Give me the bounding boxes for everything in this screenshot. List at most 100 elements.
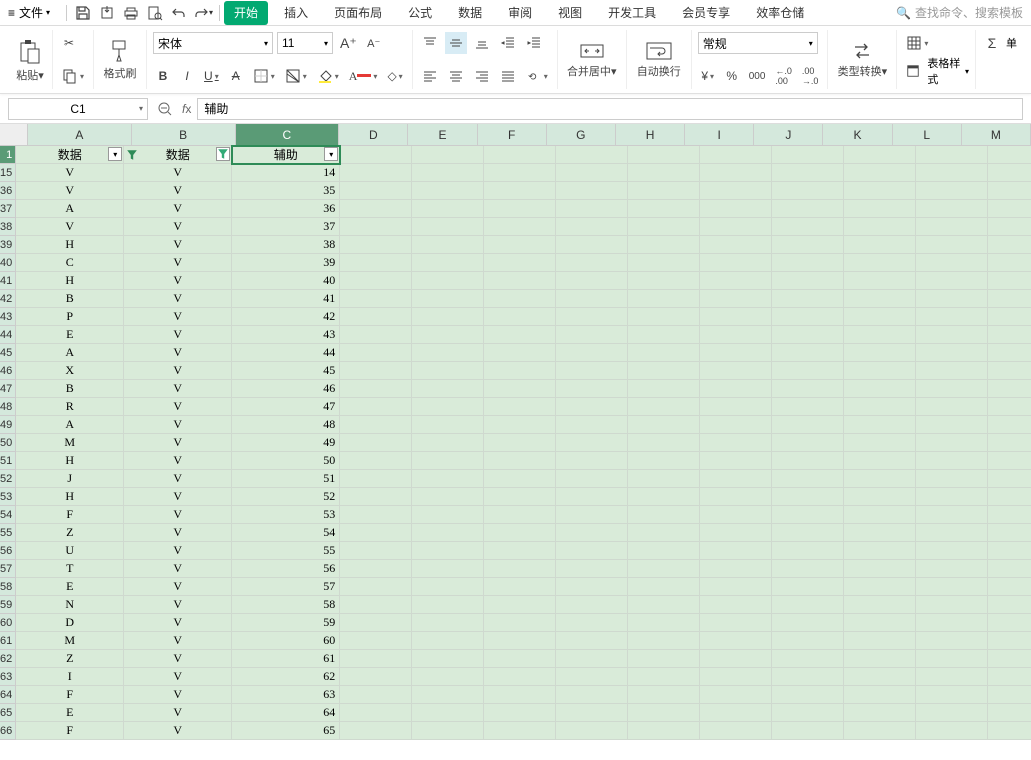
empty-cell[interactable]	[988, 218, 1031, 236]
data-cell[interactable]: 55	[232, 542, 340, 560]
data-cell[interactable]: V	[124, 290, 232, 308]
empty-cell[interactable]	[916, 326, 988, 344]
empty-cell[interactable]	[340, 398, 412, 416]
empty-cell[interactable]	[340, 596, 412, 614]
empty-cell[interactable]	[772, 596, 844, 614]
empty-cell[interactable]	[916, 704, 988, 722]
row-header-46[interactable]: 46	[0, 362, 16, 380]
col-header-C[interactable]: C	[236, 124, 340, 146]
empty-cell[interactable]	[484, 236, 556, 254]
empty-cell[interactable]	[556, 290, 628, 308]
empty-cell[interactable]	[700, 524, 772, 542]
select-all-corner[interactable]	[0, 124, 28, 146]
empty-cell[interactable]	[412, 704, 484, 722]
empty-cell[interactable]	[484, 668, 556, 686]
empty-cell[interactable]	[988, 434, 1031, 452]
row-header-37[interactable]: 37	[0, 200, 16, 218]
data-cell[interactable]: V	[124, 470, 232, 488]
data-cell[interactable]: U	[16, 542, 124, 560]
empty-cell[interactable]	[556, 146, 628, 164]
data-cell[interactable]: V	[124, 236, 232, 254]
zoom-out-icon[interactable]	[154, 98, 176, 120]
data-cell[interactable]: 37	[232, 218, 340, 236]
empty-cell[interactable]	[484, 272, 556, 290]
empty-cell[interactable]	[556, 308, 628, 326]
data-cell[interactable]: 61	[232, 650, 340, 668]
file-menu[interactable]: ≡ 文件 ▾	[8, 4, 50, 21]
empty-cell[interactable]	[556, 614, 628, 632]
empty-cell[interactable]	[340, 290, 412, 308]
empty-cell[interactable]	[628, 686, 700, 704]
data-cell[interactable]: V	[124, 650, 232, 668]
empty-cell[interactable]	[988, 236, 1031, 254]
empty-cell[interactable]	[988, 560, 1031, 578]
empty-cell[interactable]	[700, 560, 772, 578]
data-cell[interactable]: T	[16, 560, 124, 578]
border-button[interactable]: ▾	[250, 65, 278, 87]
data-cell[interactable]: 14	[232, 164, 340, 182]
empty-cell[interactable]	[700, 632, 772, 650]
tab-eff[interactable]: 效率仓储	[746, 1, 814, 25]
data-cell[interactable]: V	[124, 434, 232, 452]
empty-cell[interactable]	[844, 650, 916, 668]
empty-cell[interactable]	[628, 272, 700, 290]
empty-cell[interactable]	[700, 614, 772, 632]
col-header-E[interactable]: E	[408, 124, 477, 146]
empty-cell[interactable]	[916, 380, 988, 398]
data-cell[interactable]: E	[16, 326, 124, 344]
row-header-47[interactable]: 47	[0, 380, 16, 398]
empty-cell[interactable]	[412, 578, 484, 596]
empty-cell[interactable]	[628, 470, 700, 488]
data-cell[interactable]: V	[124, 506, 232, 524]
orientation-icon[interactable]: ⟲▾	[523, 65, 551, 87]
data-cell[interactable]: 49	[232, 434, 340, 452]
empty-cell[interactable]	[412, 398, 484, 416]
empty-cell[interactable]	[412, 560, 484, 578]
empty-cell[interactable]	[340, 704, 412, 722]
cut-icon[interactable]: ✂	[59, 32, 79, 54]
decrease-font-icon[interactable]: A⁻	[364, 32, 384, 54]
empty-cell[interactable]	[700, 668, 772, 686]
empty-cell[interactable]	[412, 614, 484, 632]
empty-cell[interactable]	[412, 146, 484, 164]
data-cell[interactable]: 42	[232, 308, 340, 326]
empty-cell[interactable]	[700, 452, 772, 470]
cell-shading-button[interactable]: ▾	[282, 65, 310, 87]
empty-cell[interactable]	[772, 344, 844, 362]
data-cell[interactable]: N	[16, 596, 124, 614]
empty-cell[interactable]	[340, 686, 412, 704]
empty-cell[interactable]	[916, 398, 988, 416]
empty-cell[interactable]	[844, 344, 916, 362]
col-header-A[interactable]: A	[28, 124, 132, 146]
empty-cell[interactable]	[700, 470, 772, 488]
font-size-select[interactable]: 11▾	[277, 32, 333, 54]
empty-cell[interactable]	[700, 344, 772, 362]
empty-cell[interactable]	[628, 542, 700, 560]
empty-cell[interactable]	[556, 164, 628, 182]
empty-cell[interactable]	[628, 722, 700, 740]
empty-cell[interactable]	[484, 200, 556, 218]
data-cell[interactable]: F	[16, 686, 124, 704]
empty-cell[interactable]	[844, 686, 916, 704]
data-cell[interactable]: 46	[232, 380, 340, 398]
empty-cell[interactable]	[700, 308, 772, 326]
empty-cell[interactable]	[772, 488, 844, 506]
empty-cell[interactable]	[772, 452, 844, 470]
empty-cell[interactable]	[484, 380, 556, 398]
save-icon[interactable]	[71, 2, 95, 24]
row-header-39[interactable]: 39	[0, 236, 16, 254]
decrease-indent-icon[interactable]	[497, 32, 519, 54]
data-cell[interactable]: M	[16, 434, 124, 452]
empty-cell[interactable]	[700, 650, 772, 668]
empty-cell[interactable]	[412, 434, 484, 452]
empty-cell[interactable]	[916, 416, 988, 434]
data-cell[interactable]: 38	[232, 236, 340, 254]
empty-cell[interactable]	[484, 182, 556, 200]
data-cell[interactable]: B	[16, 290, 124, 308]
empty-cell[interactable]	[556, 182, 628, 200]
empty-cell[interactable]	[844, 182, 916, 200]
empty-cell[interactable]	[844, 200, 916, 218]
empty-cell[interactable]	[844, 272, 916, 290]
empty-cell[interactable]	[988, 542, 1031, 560]
empty-cell[interactable]	[772, 308, 844, 326]
